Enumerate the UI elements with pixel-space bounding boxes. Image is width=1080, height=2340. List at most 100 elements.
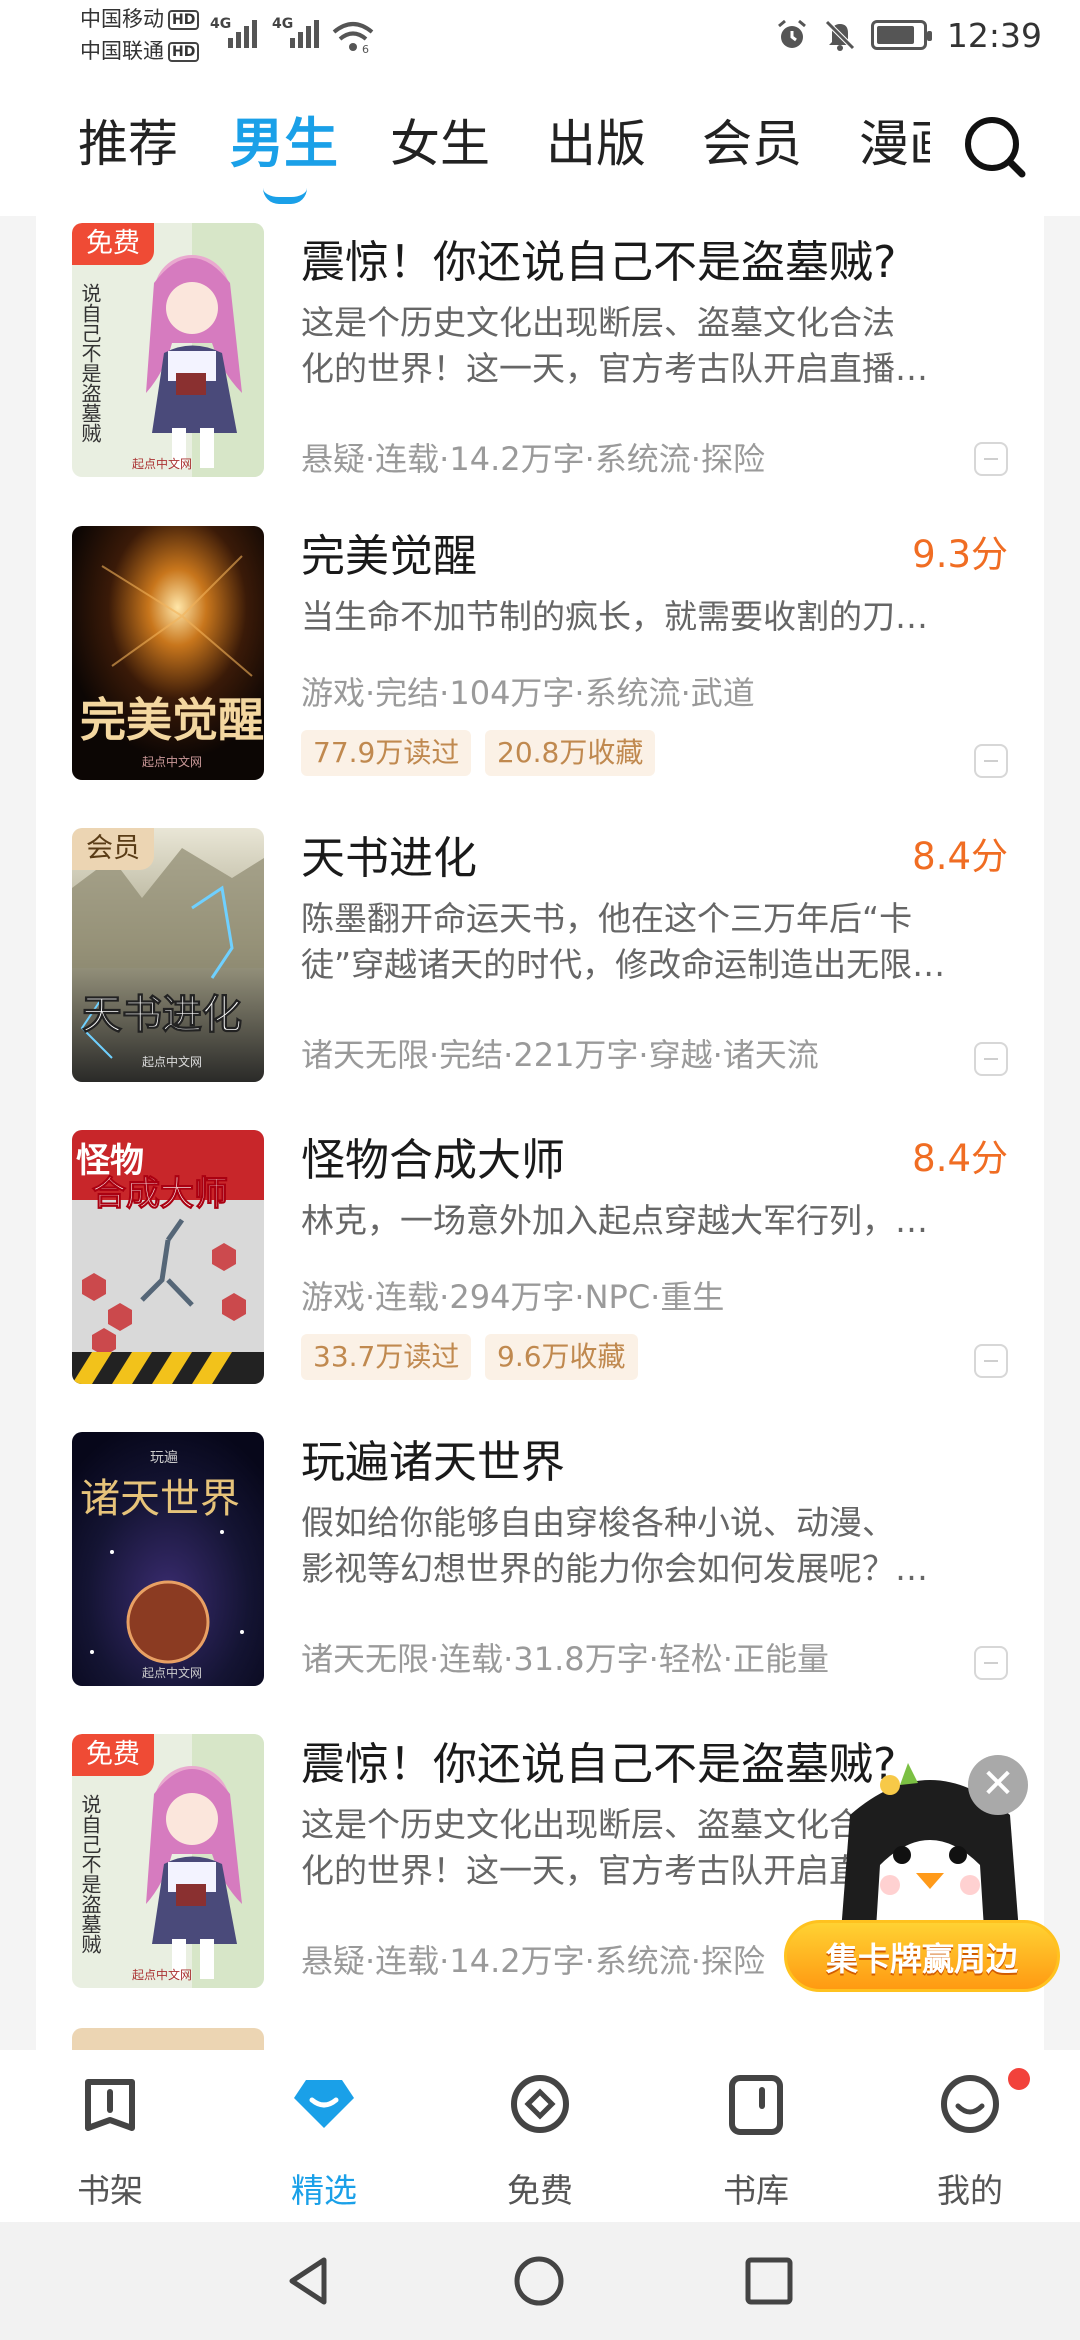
book-title[interactable]: 怪物合成大师 bbox=[301, 1124, 565, 1188]
book-tags: 悬疑·连载·14.2万字·系统流·探险 bbox=[301, 1942, 765, 1980]
book-tags: 悬疑·连载·14.2万字·系统流·探险 bbox=[301, 440, 765, 478]
category-tabs: 推荐 男生 女生 出版 会员 漫画 bbox=[0, 78, 1080, 216]
cover-art-explosion: 完美觉醒 起点中文网 bbox=[72, 526, 264, 780]
nav-library[interactable]: 书库 bbox=[676, 2050, 836, 2222]
bookshelf-icon bbox=[85, 2079, 135, 2131]
description-line: 当生命不加节制的疯长，就需要收割的刀… bbox=[301, 597, 928, 636]
book-description: 这是个历史文化出现断层、盗墓文化合法 化的世界！这一天，官方考古队开启直播… bbox=[301, 300, 1006, 392]
wifi-icon: 6 bbox=[332, 22, 374, 54]
signal-icon: 4G bbox=[272, 16, 322, 48]
book-item[interactable]: 说自己不是盗墓贼 起点中文网 免费 震惊！你还说自己不是盗墓贼? 这是个历史文化… bbox=[36, 216, 1044, 518]
free-icon bbox=[511, 2075, 569, 2133]
carrier-2: 中国联通 HD bbox=[80, 38, 200, 64]
book-cover[interactable]: 说自己不是盗墓贼 起点中文网 免费 bbox=[72, 223, 264, 477]
tab-recommend[interactable]: 推荐 bbox=[78, 114, 178, 174]
tab-member[interactable]: 会员 bbox=[702, 114, 802, 174]
tab-male[interactable]: 男生 bbox=[230, 114, 338, 174]
nav-label: 书架 bbox=[77, 2171, 143, 2210]
favorites-count: 9.6万收藏 bbox=[485, 1334, 638, 1380]
book-tags: 游戏·连载·294万字·NPC·重生 bbox=[301, 1278, 725, 1316]
carrier-1: 中国移动 HD bbox=[80, 6, 200, 32]
cover-art-monster: 怪物 合成大师 bbox=[72, 1130, 264, 1384]
featured-icon bbox=[294, 2080, 354, 2128]
promo-close-button[interactable]: ✕ bbox=[968, 1755, 1028, 1815]
book-title[interactable]: 天书进化 bbox=[301, 822, 477, 886]
member-badge: 会员 bbox=[72, 828, 154, 870]
book-description: 林克，一场意外加入起点穿越大军行列，… bbox=[301, 1198, 1006, 1244]
svg-text:说自己不是盗墓贼: 说自己不是盗墓贼 bbox=[78, 283, 102, 444]
status-bar: 中国移动 HD 中国联通 HD 4G 4G 6 12:39 bbox=[0, 0, 1080, 78]
home-icon[interactable] bbox=[512, 2254, 566, 2308]
cover-art-galaxy: 玩遍 诸天世界 起点中文网 bbox=[72, 1432, 264, 1686]
svg-text:说自己不是盗墓贼: 说自己不是盗墓贼 bbox=[78, 1794, 102, 1955]
book-description: 当生命不加节制的疯长，就需要收割的刀… bbox=[301, 594, 1006, 640]
dismiss-icon[interactable] bbox=[974, 1042, 1008, 1076]
profile-icon bbox=[941, 2075, 999, 2133]
book-item[interactable]: 天书进化 起点中文网 会员 天书进化 8.4分 陈墨翻开命运天书，他在这个三万年… bbox=[36, 820, 1044, 1122]
svg-text:玩遍: 玩遍 bbox=[150, 1450, 178, 1466]
nav-free[interactable]: 免费 bbox=[460, 2050, 620, 2222]
system-nav-bar bbox=[0, 2222, 1080, 2340]
svg-text:起点中文网: 起点中文网 bbox=[142, 1054, 202, 1069]
dismiss-icon[interactable] bbox=[974, 442, 1008, 476]
book-item[interactable]: 玩遍 诸天世界 起点中文网 玩遍诸天世界 假如给你能够自由穿梭各种小说、动漫、 … bbox=[36, 1424, 1044, 1726]
description-line: 假如给你能够自由穿梭各种小说、动漫、 bbox=[301, 1503, 895, 1542]
book-title[interactable]: 玩遍诸天世界 bbox=[301, 1426, 565, 1490]
book-cover[interactable]: 怪物 合成大师 bbox=[72, 1130, 264, 1384]
svg-text:完美觉醒: 完美觉醒 bbox=[80, 693, 264, 747]
tab-female[interactable]: 女生 bbox=[390, 114, 490, 174]
book-cover[interactable]: 完美觉醒 起点中文网 bbox=[72, 526, 264, 780]
mute-icon bbox=[825, 20, 855, 51]
hd-badge: HD bbox=[168, 10, 200, 30]
svg-text:合成大师: 合成大师 bbox=[92, 1174, 228, 1214]
dismiss-icon[interactable] bbox=[974, 1646, 1008, 1680]
active-tab-indicator bbox=[263, 188, 307, 204]
search-icon[interactable] bbox=[960, 112, 1030, 182]
nav-label: 书库 bbox=[723, 2171, 789, 2210]
svg-text:诸天世界: 诸天世界 bbox=[80, 1476, 240, 1522]
book-score: 8.4分 bbox=[912, 835, 1008, 878]
carrier-2-name: 中国联通 bbox=[80, 39, 164, 63]
bottom-nav: 书架 精选 免费 书库 我的 bbox=[0, 2050, 1080, 2222]
book-tags: 诸天无限·完结·221万字·穿越·诸天流 bbox=[301, 1036, 819, 1074]
favorites-count: 20.8万收藏 bbox=[485, 730, 656, 776]
dismiss-icon[interactable] bbox=[974, 1344, 1008, 1378]
network-type-2: 4G bbox=[272, 16, 294, 32]
recent-apps-icon[interactable] bbox=[742, 2254, 796, 2308]
book-title[interactable]: 完美觉醒 bbox=[301, 520, 477, 584]
book-item[interactable]: 完美觉醒 起点中文网 完美觉醒 9.3分 当生命不加节制的疯长，就需要收割的刀…… bbox=[36, 518, 1044, 820]
book-title[interactable]: 震惊！你还说自己不是盗墓贼? bbox=[301, 226, 896, 290]
free-badge: 免费 bbox=[72, 1734, 154, 1776]
book-cover[interactable]: 说自己不是盗墓贼 起点中文网 免费 bbox=[72, 1734, 264, 1988]
svg-text:起点中文网: 起点中文网 bbox=[132, 1967, 192, 1982]
book-cover[interactable]: 玩遍 诸天世界 起点中文网 bbox=[72, 1432, 264, 1686]
tab-publishing[interactable]: 出版 bbox=[546, 114, 646, 174]
book-score: 8.4分 bbox=[912, 1137, 1008, 1180]
alarm-icon bbox=[777, 19, 806, 48]
nav-featured[interactable]: 精选 bbox=[244, 2050, 404, 2222]
battery-icon bbox=[870, 20, 932, 50]
reads-count: 33.7万读过 bbox=[301, 1334, 472, 1380]
promo-banner[interactable]: 集卡牌赢周边 bbox=[784, 1920, 1060, 1992]
book-description: 陈墨翻开命运天书，他在这个三万年后“卡 徒”穿越诸天的时代，修改命运制造出无限… bbox=[301, 896, 1006, 988]
dismiss-icon[interactable] bbox=[974, 744, 1008, 778]
library-icon bbox=[729, 2075, 783, 2135]
svg-text:起点中文网: 起点中文网 bbox=[132, 456, 192, 471]
nav-bookshelf[interactable]: 书架 bbox=[30, 2050, 190, 2222]
network-type-1: 4G bbox=[210, 16, 232, 32]
book-score: 9.3分 bbox=[912, 533, 1008, 576]
book-tags: 游戏·完结·104万字·系统流·武道 bbox=[301, 674, 755, 712]
notification-dot bbox=[1008, 2068, 1030, 2090]
book-cover[interactable]: 天书进化 起点中文网 会员 bbox=[72, 828, 264, 1082]
book-cover-partial bbox=[72, 2028, 264, 2050]
carrier-1-name: 中国移动 bbox=[80, 7, 164, 31]
svg-text:天书进化: 天书进化 bbox=[82, 991, 242, 1038]
tab-comics-clip: 漫画 bbox=[855, 78, 930, 216]
svg-text:6: 6 bbox=[362, 43, 369, 54]
back-icon[interactable] bbox=[282, 2254, 336, 2308]
description-line: 这是个历史文化出现断层、盗墓文化合法 bbox=[301, 303, 895, 342]
description-line: 化的世界！这一天，官方考古队开启直播… bbox=[301, 349, 928, 388]
book-description: 假如给你能够自由穿梭各种小说、动漫、 影视等幻想世界的能力你会如何发展呢？… bbox=[301, 1500, 1006, 1592]
book-item[interactable]: 怪物 合成大师 怪物合成大师 8.4分 林克，一场意外加入起点穿越大军行列，… … bbox=[36, 1122, 1044, 1424]
tab-comics[interactable]: 漫画 bbox=[859, 114, 930, 174]
